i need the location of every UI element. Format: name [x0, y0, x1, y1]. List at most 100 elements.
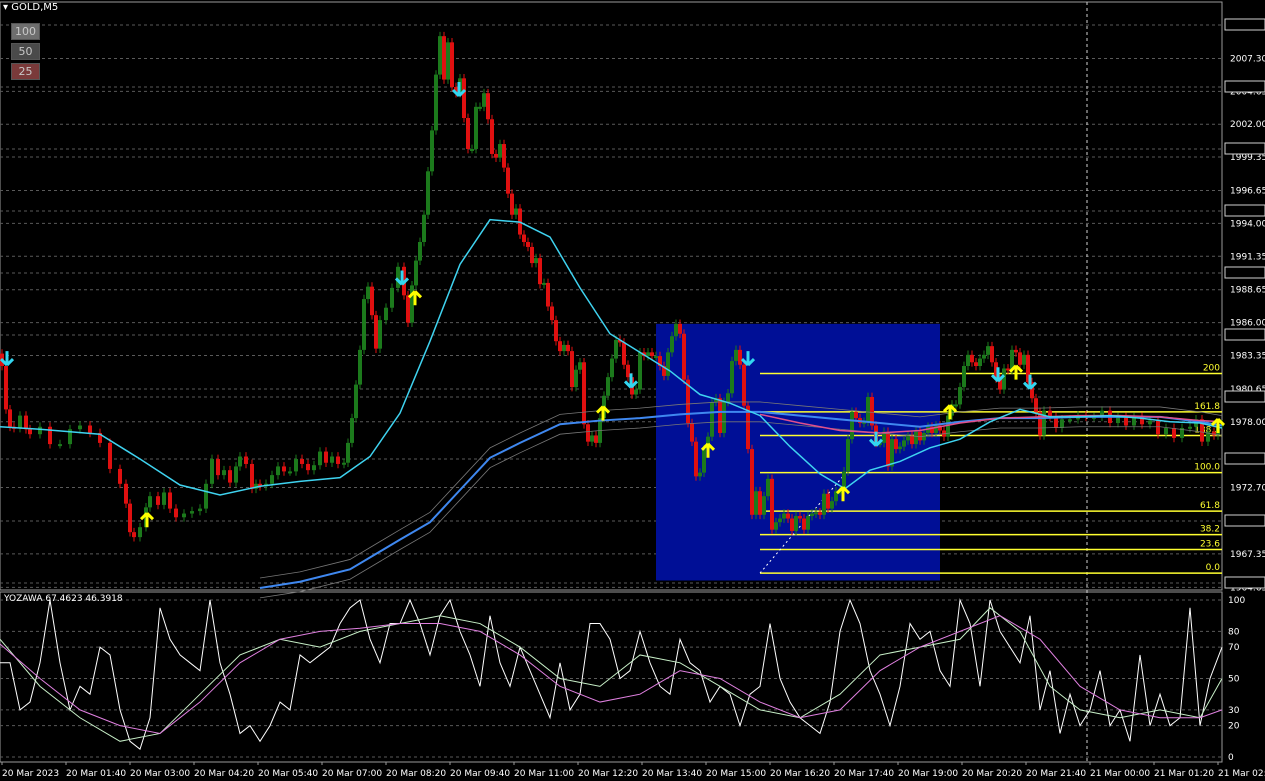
- candle-body: [830, 501, 834, 509]
- oscillator-axis-label: 30: [1228, 706, 1240, 716]
- candle-body: [814, 512, 818, 515]
- oscillator-axis-label: 80: [1228, 627, 1240, 637]
- candle-body: [354, 384, 358, 419]
- candle-body: [198, 508, 202, 512]
- candle-body: [698, 472, 702, 477]
- candle-body: [498, 144, 502, 158]
- candle-body: [88, 425, 92, 433]
- chart-canvas: 200161.8138.2100.061.838.223.60.02010.00…: [0, 1, 1265, 779]
- fib-level-label: 161.8: [1194, 402, 1220, 412]
- price-level-box: [1224, 204, 1265, 217]
- candle-body: [914, 431, 918, 445]
- candle-body: [786, 513, 790, 519]
- candle-body: [238, 456, 242, 467]
- fib-level-label: 100.0: [1194, 463, 1220, 473]
- candle-body: [28, 429, 32, 435]
- price-axis-label: 1967.35: [1230, 550, 1265, 560]
- price-level-box: [1224, 452, 1265, 465]
- candle-body: [390, 287, 394, 308]
- candle-body: [782, 513, 786, 519]
- candle-body: [514, 208, 518, 215]
- candle-body: [450, 42, 454, 87]
- candle-body: [538, 258, 542, 285]
- candle-body: [174, 508, 178, 518]
- candle-body: [502, 144, 506, 168]
- price-axis-label: 1972.70: [1230, 484, 1265, 494]
- candle-body: [654, 356, 658, 359]
- candle-body: [546, 282, 550, 307]
- fib-level-label: 23.6: [1200, 540, 1220, 550]
- price-level-box: [1224, 514, 1265, 527]
- candle-body: [638, 352, 642, 390]
- candle-body: [962, 366, 966, 388]
- candle-body: [634, 389, 638, 395]
- candle-body: [530, 246, 534, 264]
- fib-level-label: 200: [1203, 363, 1220, 373]
- candle-body: [534, 258, 538, 264]
- candle-body: [374, 315, 378, 349]
- zoom-25-button[interactable]: 25: [11, 63, 40, 80]
- candle-body: [1124, 416, 1128, 426]
- time-axis-label: 21 Mar 02:40: [1218, 769, 1265, 779]
- candle-body: [794, 516, 798, 531]
- candle-body: [462, 78, 466, 118]
- candle-body: [1068, 419, 1072, 422]
- candle-body: [550, 306, 554, 321]
- time-axis-label: 21 Mar 00:00: [1090, 769, 1150, 779]
- candle-body: [770, 478, 774, 530]
- candle-body: [318, 451, 322, 466]
- candle-body: [722, 401, 726, 433]
- candle-body: [1156, 420, 1160, 435]
- price-level-box: [1224, 266, 1265, 279]
- candle-body: [162, 492, 166, 505]
- price-axis-label: 1986.00: [1230, 319, 1265, 329]
- candle-body: [666, 352, 670, 376]
- candle-body: [478, 106, 482, 109]
- candle-body: [554, 320, 558, 342]
- price-level-box: [1224, 328, 1265, 341]
- candle-body: [570, 351, 574, 388]
- candle-body: [362, 299, 366, 350]
- candle-body: [414, 260, 418, 286]
- candle-body: [818, 512, 822, 515]
- candle-body: [300, 459, 304, 464]
- candle-body: [148, 496, 152, 508]
- candle-body: [558, 341, 562, 352]
- price-axis-label: 2002.00: [1230, 120, 1265, 130]
- candle-body: [58, 444, 62, 447]
- time-axis-label: 20 Mar 03:00: [130, 769, 190, 779]
- candle-body: [384, 307, 388, 321]
- candle-body: [494, 153, 498, 158]
- candle-body: [466, 118, 470, 149]
- fib-level-label: 0.0: [1206, 563, 1221, 573]
- zoom-50-button[interactable]: 50: [11, 43, 40, 60]
- candle-body: [970, 354, 974, 363]
- candle-body: [894, 439, 898, 450]
- candle-body: [342, 462, 346, 465]
- oscillator-axis-label: 20: [1228, 722, 1240, 732]
- candle-body: [730, 361, 734, 394]
- candle-body: [486, 93, 490, 120]
- candle-body: [526, 242, 530, 247]
- oscillator-axis-label: 70: [1228, 643, 1240, 653]
- candle-body: [118, 468, 122, 484]
- time-axis-label: 20 Mar 20:20: [962, 769, 1022, 779]
- candle-body: [18, 415, 22, 428]
- candle-body: [306, 463, 310, 471]
- candle-body: [210, 459, 214, 484]
- candle-body: [910, 435, 914, 445]
- candle-body: [1188, 426, 1192, 429]
- candle-body: [918, 431, 922, 441]
- time-axis-label: 20 Mar 2023: [2, 769, 59, 779]
- candle-body: [802, 518, 806, 530]
- candle-body: [506, 167, 510, 194]
- candle-body: [822, 493, 826, 515]
- time-axis-label: 20 Mar 08:20: [386, 769, 446, 779]
- time-axis-label: 20 Mar 09:40: [450, 769, 510, 779]
- price-level-box: [1224, 80, 1265, 93]
- candle-body: [826, 493, 830, 509]
- zoom-100-button[interactable]: 100: [11, 23, 40, 40]
- candle-body: [586, 424, 590, 442]
- price-axis-label: 1994.00: [1230, 219, 1265, 229]
- candle-body: [846, 439, 850, 472]
